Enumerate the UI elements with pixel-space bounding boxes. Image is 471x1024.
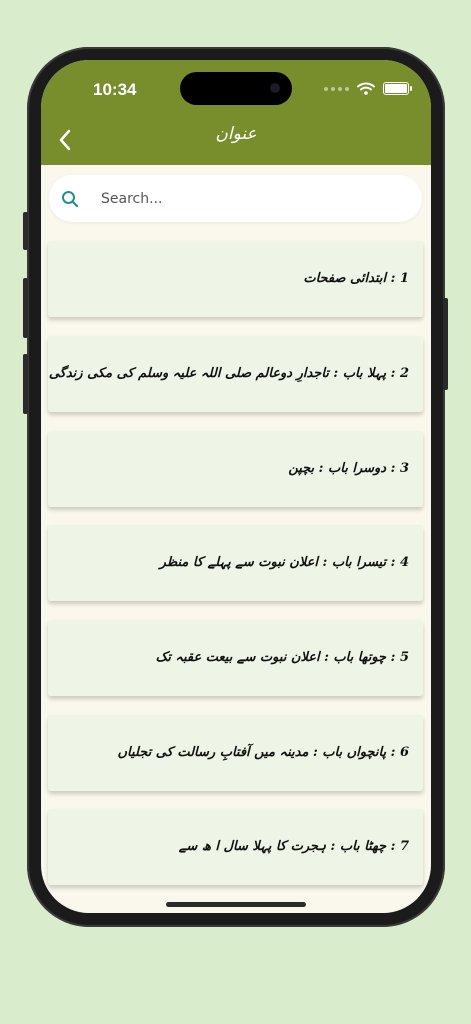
chapter-label: 6 : پانچواں باب : مدینہ میں آفتابِ رسالت… (117, 745, 410, 760)
list-item[interactable]: 3 : دوسرا باب : بچپن (48, 431, 423, 507)
chapter-label: 5 : چوتھا باب : اعلان نبوت سے بیعت عقبہ … (155, 650, 409, 665)
volume-down-button (23, 354, 28, 414)
dynamic-island (180, 72, 292, 105)
volume-up-button (23, 278, 28, 338)
search-icon (62, 191, 79, 208)
chapter-label: 2 : پہلا باب : تاجدارِ دوعالم صلی اللہ ع… (48, 366, 409, 381)
list-item[interactable]: 2 : پہلا باب : تاجدارِ دوعالم صلی اللہ ع… (48, 336, 423, 412)
home-indicator[interactable] (166, 902, 306, 907)
chapter-label: 7 : چھٹا باب : ہجرت کا پہلا سال ا ھ سے (178, 839, 409, 854)
list-item[interactable]: 1 : ابتدائی صفحات (48, 241, 423, 317)
chapter-label: 1 : ابتدائی صفحات (303, 271, 409, 286)
status-icons (324, 82, 412, 95)
power-button (443, 298, 448, 390)
chapter-label: 4 : تیسرا باب : اعلان نبوت سے پہلے کا من… (159, 555, 409, 570)
chapter-label: 3 : دوسرا باب : بچپن (288, 461, 409, 476)
list-item[interactable]: 6 : پانچواں باب : مدینہ میں آفتابِ رسالت… (48, 715, 423, 791)
list-item[interactable]: 4 : تیسرا باب : اعلان نبوت سے پہلے کا من… (48, 525, 423, 601)
action-button (23, 212, 28, 250)
signal-icon (324, 86, 349, 91)
list-item[interactable]: 7 : چھٹا باب : ہجرت کا پہلا سال ا ھ سے (48, 809, 423, 885)
battery-icon (383, 82, 412, 95)
page-title: عنوان (215, 124, 257, 144)
search-bar[interactable] (49, 175, 422, 222)
search-input[interactable] (99, 183, 403, 215)
camera-icon (270, 83, 280, 93)
app-screen: 10:34 عنوان 1 : ابتدائی صفح (41, 60, 431, 913)
app-header: 10:34 عنوان (41, 60, 431, 165)
status-time: 10:34 (93, 80, 137, 99)
list-item[interactable]: 5 : چوتھا باب : اعلان نبوت سے بیعت عقبہ … (48, 620, 423, 696)
wifi-icon (357, 82, 375, 95)
